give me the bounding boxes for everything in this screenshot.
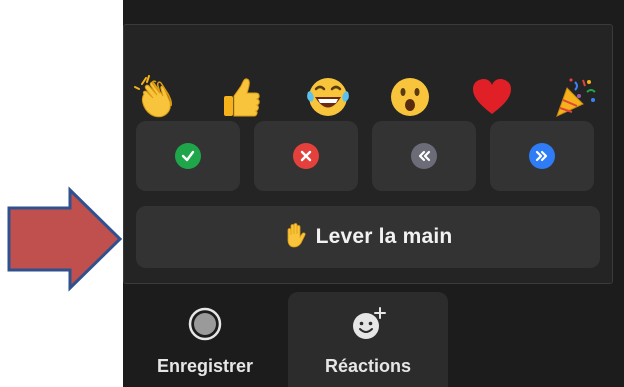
fast-forward-icon xyxy=(529,143,555,169)
check-icon xyxy=(175,143,201,169)
screenshot-stage: Lever la main Enregistrer Réactions xyxy=(0,0,624,387)
raise-hand-label: Lever la main xyxy=(315,225,453,248)
smiley-add-icon xyxy=(347,306,389,342)
feedback-buttons-row xyxy=(136,121,602,191)
record-label: Enregistrer xyxy=(156,356,254,376)
raise-hand-button[interactable]: Lever la main xyxy=(136,206,600,268)
pointer-arrow xyxy=(7,186,123,292)
yes-button[interactable] xyxy=(136,121,240,191)
reactions-label: Réactions xyxy=(324,356,412,376)
tears-of-joy-icon[interactable] xyxy=(300,69,356,125)
faster-button[interactable] xyxy=(490,121,594,191)
clapping-hands-icon[interactable] xyxy=(129,69,185,125)
party-popper-icon[interactable] xyxy=(546,69,602,125)
rewind-icon xyxy=(411,143,437,169)
record-icon xyxy=(188,306,222,342)
no-button[interactable] xyxy=(254,121,358,191)
record-button[interactable]: Enregistrer xyxy=(140,292,270,387)
red-heart-icon[interactable] xyxy=(464,69,520,125)
slower-button[interactable] xyxy=(372,121,476,191)
raised-hand-icon xyxy=(284,222,306,252)
thumbs-up-icon[interactable] xyxy=(213,69,269,125)
reactions-button[interactable]: Réactions xyxy=(288,292,448,387)
open-mouth-icon[interactable] xyxy=(382,69,438,125)
emoji-reactions-row xyxy=(124,69,614,129)
reactions-panel: Lever la main xyxy=(123,24,613,284)
x-icon xyxy=(293,143,319,169)
